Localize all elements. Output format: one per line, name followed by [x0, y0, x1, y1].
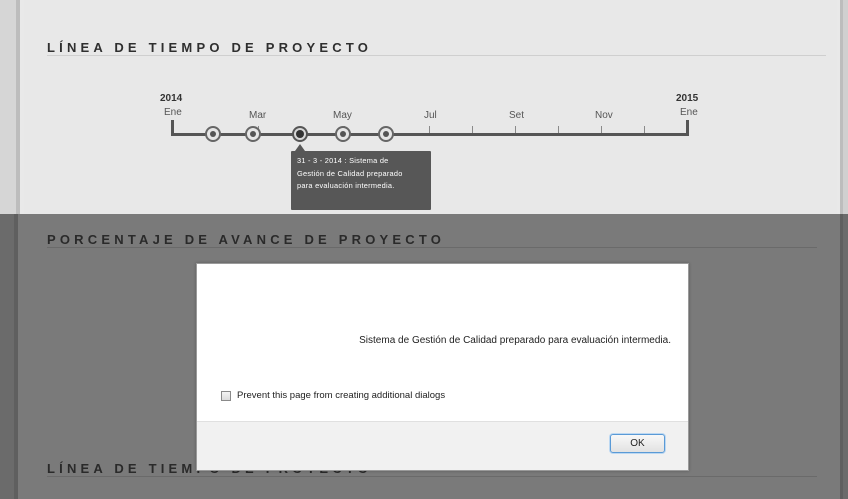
prevent-dialogs-option[interactable]: Prevent this page from creating addition…	[221, 390, 445, 401]
title-divider	[47, 476, 817, 477]
month-label: Jul	[424, 110, 437, 121]
title-divider	[47, 247, 817, 248]
progress-title: PORCENTAJE DE AVANCE DE PROYECTO	[47, 232, 446, 247]
axis-tick	[515, 126, 516, 133]
axis-tick	[558, 126, 559, 133]
milestone-marker[interactable]	[205, 126, 221, 142]
month-label: Mar	[249, 110, 267, 121]
dialog-message: Sistema de Gestión de Calidad preparado …	[359, 335, 671, 346]
axis-end-tick	[686, 120, 689, 136]
axis-tick	[644, 126, 645, 133]
tooltip-line: 31 - 3 - 2014 : Sistema de	[297, 156, 389, 165]
prevent-dialogs-checkbox[interactable]	[221, 390, 231, 401]
tooltip-arrow	[295, 144, 305, 151]
timeline-section: LÍNEA DE TIEMPO DE PROYECTO 2014 2015 En…	[0, 0, 848, 214]
month-label: Ene	[680, 107, 698, 118]
timeline-chart: 2014 2015 Ene Mar May Jul Set Nov Ene 31…	[0, 0, 848, 214]
dialog-footer: OK	[197, 421, 688, 470]
milestone-marker[interactable]	[335, 126, 351, 142]
axis-start-tick	[171, 120, 174, 136]
month-label: May	[333, 110, 352, 121]
axis-tick	[472, 126, 473, 133]
month-label: Ene	[164, 107, 182, 118]
milestone-tooltip: 31 - 3 - 2014 : Sistema de Gestión de Ca…	[291, 151, 431, 210]
month-label: Nov	[595, 110, 613, 121]
tooltip-line: Gestión de Calidad preparado	[297, 168, 403, 178]
milestone-marker[interactable]	[245, 126, 261, 142]
axis-tick	[429, 126, 430, 133]
left-border	[0, 214, 18, 499]
prevent-dialogs-label: Prevent this page from creating addition…	[237, 390, 446, 401]
right-border	[840, 214, 848, 499]
end-year: 2015	[676, 93, 699, 104]
tooltip-line: para evaluación intermedia.	[297, 181, 395, 190]
milestone-marker-active[interactable]	[292, 126, 308, 142]
ok-button[interactable]: OK	[610, 434, 665, 453]
start-year: 2014	[160, 93, 183, 104]
month-label: Set	[509, 110, 525, 121]
axis-tick	[601, 126, 602, 133]
alert-dialog: Sistema de Gestión de Calidad preparado …	[196, 263, 689, 471]
milestone-marker[interactable]	[378, 126, 394, 142]
